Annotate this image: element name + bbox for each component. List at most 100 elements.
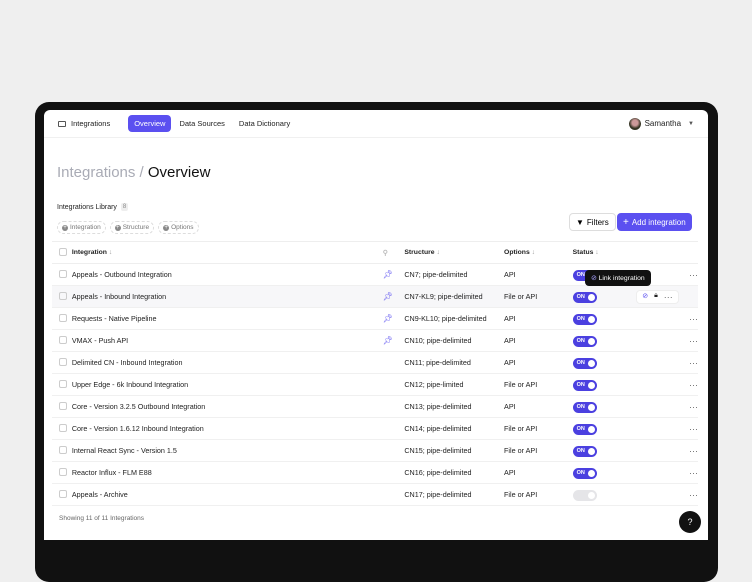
options: API bbox=[504, 352, 573, 374]
row-checkbox[interactable] bbox=[59, 446, 67, 454]
col-integration[interactable]: Integration ↓ bbox=[72, 242, 383, 264]
row-checkbox[interactable] bbox=[59, 314, 67, 322]
tab-data-dictionary[interactable]: Data Dictionary bbox=[233, 115, 296, 132]
toggle-label: ON bbox=[577, 382, 585, 388]
link-icon: ⊘ bbox=[591, 275, 597, 282]
status-toggle[interactable]: OFF bbox=[573, 490, 597, 501]
chip-label: Structure bbox=[123, 224, 149, 231]
table-row[interactable]: Reactor Influx - FLM E88 CN16; pipe-deli… bbox=[52, 462, 698, 484]
help-button[interactable]: ? bbox=[679, 511, 701, 533]
more-icon[interactable]: ··· bbox=[689, 468, 698, 478]
row-checkbox[interactable] bbox=[59, 358, 67, 366]
tooltip-text: Link integration bbox=[599, 275, 645, 282]
table-row[interactable]: Upper Edge - 6k Inbound Integration CN12… bbox=[52, 374, 698, 396]
table-row[interactable]: VMAX - Push API 📌︎ CN10; pipe-delimited … bbox=[52, 330, 698, 352]
status-toggle[interactable]: ON bbox=[573, 292, 597, 303]
sidebar-toggle-icon[interactable] bbox=[58, 121, 66, 127]
row-checkbox[interactable] bbox=[59, 424, 67, 432]
integration-name[interactable]: Internal React Sync - Version 1.5 bbox=[72, 440, 383, 462]
row-checkbox[interactable] bbox=[59, 380, 67, 388]
integration-name[interactable]: Core - Version 1.6.12 Inbound Integratio… bbox=[72, 418, 383, 440]
structure: CN7; pipe-delimited bbox=[404, 264, 504, 286]
table-row[interactable]: Core - Version 1.6.12 Inbound Integratio… bbox=[52, 418, 698, 440]
status-toggle[interactable]: ON bbox=[573, 358, 597, 369]
pin-icon[interactable]: 📌︎ bbox=[383, 314, 393, 323]
page-title: Integrations / Overview bbox=[57, 164, 210, 181]
more-icon[interactable]: ··· bbox=[689, 490, 698, 500]
options: API bbox=[504, 396, 573, 418]
row-checkbox[interactable] bbox=[59, 292, 67, 300]
library-count: 8 bbox=[121, 203, 128, 211]
chip-integration[interactable]: +Integration bbox=[57, 221, 106, 234]
status-toggle[interactable]: ON bbox=[573, 336, 597, 347]
row-checkbox[interactable] bbox=[59, 336, 67, 344]
select-all-checkbox[interactable] bbox=[59, 248, 67, 256]
row-checkbox[interactable] bbox=[59, 270, 67, 278]
row-checkbox[interactable] bbox=[59, 468, 67, 476]
toggle-label: ON bbox=[577, 426, 585, 432]
integration-name[interactable]: Requests - Native Pipeline bbox=[72, 308, 383, 330]
pin-icon[interactable]: 📌︎ bbox=[383, 336, 393, 345]
table-row[interactable]: Appeals - Inbound Integration 📌︎ CN7-KL9… bbox=[52, 286, 698, 308]
breadcrumb-current: Overview bbox=[148, 164, 211, 181]
brand[interactable]: Integrations bbox=[58, 119, 110, 128]
col-options[interactable]: Options ↓ bbox=[504, 242, 573, 264]
filters-button[interactable]: ▼Filters bbox=[569, 213, 616, 231]
filter-icon: ▼ bbox=[576, 218, 584, 227]
add-integration-button[interactable]: +Add integration bbox=[617, 213, 692, 231]
table-row[interactable]: Delimited CN - Inbound Integration CN11;… bbox=[52, 352, 698, 374]
user-name: Samantha bbox=[645, 119, 681, 128]
toggle-label: ON bbox=[577, 272, 585, 278]
more-icon[interactable]: ··· bbox=[689, 446, 698, 456]
table-row[interactable]: Core - Version 3.2.5 Outbound Integratio… bbox=[52, 396, 698, 418]
tab-data-sources[interactable]: Data Sources bbox=[173, 115, 230, 132]
user-menu[interactable]: Samantha▼ bbox=[629, 118, 694, 130]
more-icon[interactable]: ··· bbox=[664, 292, 673, 302]
integration-name[interactable]: Appeals - Inbound Integration bbox=[72, 286, 383, 308]
breadcrumb-parent[interactable]: Integrations / bbox=[57, 164, 144, 181]
lock-icon[interactable]: 🔒︎ bbox=[654, 292, 658, 302]
integration-name[interactable]: Upper Edge - 6k Inbound Integration bbox=[72, 374, 383, 396]
toggle-label: ON bbox=[577, 404, 585, 410]
integration-name[interactable]: VMAX - Push API bbox=[72, 330, 383, 352]
table-row[interactable]: Requests - Native Pipeline 📌︎ CN9-KL10; … bbox=[52, 308, 698, 330]
status-toggle[interactable]: ON bbox=[573, 402, 597, 413]
link-icon[interactable]: ⊘ bbox=[642, 292, 648, 302]
table-row[interactable]: Appeals - Archive CN17; pipe-delimited F… bbox=[52, 484, 698, 506]
table-row[interactable]: Internal React Sync - Version 1.5 CN15; … bbox=[52, 440, 698, 462]
status-toggle[interactable]: ON bbox=[573, 446, 597, 457]
integration-name[interactable]: Reactor Influx - FLM E88 bbox=[72, 462, 383, 484]
more-icon[interactable]: ··· bbox=[689, 402, 698, 412]
more-icon[interactable]: ··· bbox=[689, 358, 698, 368]
more-icon[interactable]: ··· bbox=[689, 270, 698, 280]
integration-name[interactable]: Appeals - Archive bbox=[72, 484, 383, 506]
more-icon[interactable]: ··· bbox=[689, 336, 698, 346]
library-label: Integrations Library bbox=[57, 204, 117, 211]
options: File or API bbox=[504, 286, 573, 308]
tab-overview[interactable]: Overview bbox=[128, 115, 171, 132]
more-icon[interactable]: ··· bbox=[689, 380, 698, 390]
chip-label: Options bbox=[171, 224, 193, 231]
more-icon[interactable]: ··· bbox=[689, 424, 698, 434]
chip-structure[interactable]: +Structure bbox=[110, 221, 154, 234]
structure: CN9-KL10; pipe-delimited bbox=[404, 308, 504, 330]
toggle-label: ON bbox=[577, 294, 585, 300]
row-checkbox[interactable] bbox=[59, 402, 67, 410]
integration-name[interactable]: Delimited CN - Inbound Integration bbox=[72, 352, 383, 374]
status-toggle[interactable]: ON bbox=[573, 468, 597, 479]
pin-icon[interactable]: 📌︎ bbox=[383, 292, 393, 301]
status-toggle[interactable]: ON bbox=[573, 314, 597, 325]
more-icon[interactable]: ··· bbox=[689, 314, 698, 324]
chip-options[interactable]: +Options bbox=[158, 221, 198, 234]
status-toggle[interactable]: ON bbox=[573, 380, 597, 391]
col-structure[interactable]: Structure ↓ bbox=[404, 242, 504, 264]
integration-name[interactable]: Core - Version 3.2.5 Outbound Integratio… bbox=[72, 396, 383, 418]
pin-icon[interactable]: 📌︎ bbox=[383, 270, 393, 279]
status-toggle[interactable]: ON bbox=[573, 424, 597, 435]
structure: CN7-KL9; pipe-delimited bbox=[404, 286, 504, 308]
col-status[interactable]: Status ↓ bbox=[573, 242, 617, 264]
structure: CN15; pipe-delimited bbox=[404, 440, 504, 462]
library-heading: Integrations Library 8 bbox=[57, 203, 128, 211]
row-checkbox[interactable] bbox=[59, 490, 67, 498]
integration-name[interactable]: Appeals - Outbound Integration bbox=[72, 264, 383, 286]
